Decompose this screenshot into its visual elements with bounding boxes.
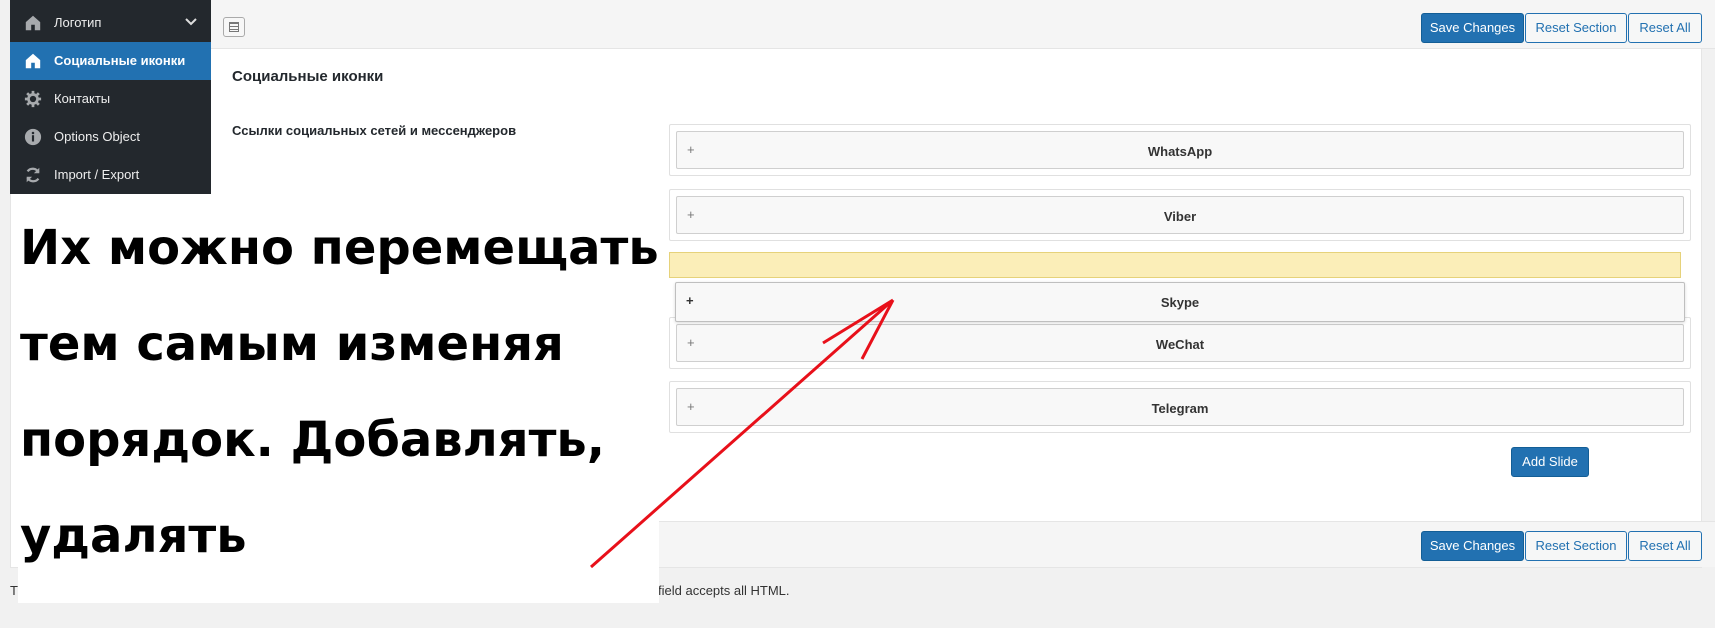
annotation-line: Их можно перемещать [20,220,659,276]
gear-icon [24,90,42,108]
annotation-text: Их можно перемещать тем самым изменяя по… [20,200,660,584]
annotation-line: удалять [20,508,247,564]
slide-title: Telegram [1151,401,1209,416]
annotation-line: порядок. Добавлять, [20,412,605,468]
dragged-slide[interactable]: + Skype [675,282,1685,322]
sortable-placeholder [669,252,1681,278]
slide-header[interactable]: + WeChat [676,324,1684,362]
list-icon [229,22,239,32]
info-icon [24,128,42,146]
slide-title: Viber [1163,209,1197,224]
annotation-line: тем самым изменяя [20,316,564,372]
slide-item[interactable]: + Telegram [669,381,1691,433]
save-changes-button-top[interactable]: Save Changes [1421,13,1524,43]
sidebar-item-label: Контакты [54,91,111,106]
slide-title: WhatsApp [1147,144,1213,159]
slide-title: Skype [1160,295,1200,310]
refresh-icon [26,167,40,183]
chevron-down-icon [185,18,197,26]
reset-section-button-bottom[interactable]: Reset Section [1525,531,1627,561]
sidebar-item-label: Логотип [54,15,102,30]
sidebar-item-label: Options Object [54,129,140,144]
sidebar-item-import-export[interactable]: Import / Export [10,156,211,194]
sidebar-item-options-object[interactable]: Options Object [10,118,211,156]
footnote-text: field accepts all HTML. [658,583,790,598]
save-changes-button-bottom[interactable]: Save Changes [1421,531,1524,561]
home-icon [25,15,41,31]
reset-all-button-top[interactable]: Reset All [1628,13,1702,43]
slide-item[interactable]: + Viber [669,189,1691,241]
expand-options-button[interactable] [223,17,245,37]
reset-section-button-top[interactable]: Reset Section [1525,13,1627,43]
slide-header[interactable]: + WhatsApp [676,131,1684,169]
section-title: Социальные иконки [232,68,384,85]
options-sidebar: Логотип Социальные иконки Контакты Optio… [10,0,211,194]
reset-all-button-bottom[interactable]: Reset All [1628,531,1702,561]
sidebar-item-contacts[interactable]: Контакты [10,80,211,118]
add-slide-button[interactable]: Add Slide [1511,447,1589,477]
sidebar-item-social-icons[interactable]: Социальные иконки [10,42,211,80]
sidebar-item-logo[interactable]: Логотип [10,4,211,42]
slide-title: WeChat [1155,337,1205,352]
field-label: Ссылки социальных сетей и мессенджеров [232,123,517,138]
slide-item[interactable]: + WhatsApp [669,124,1691,176]
sidebar-item-label: Социальные иконки [54,53,186,68]
slide-header[interactable]: + Viber [676,196,1684,234]
slide-header[interactable]: + Telegram [676,388,1684,426]
sidebar-item-label: Import / Export [54,167,140,182]
home-icon [25,53,41,69]
slide-item[interactable]: + WeChat [669,317,1691,369]
